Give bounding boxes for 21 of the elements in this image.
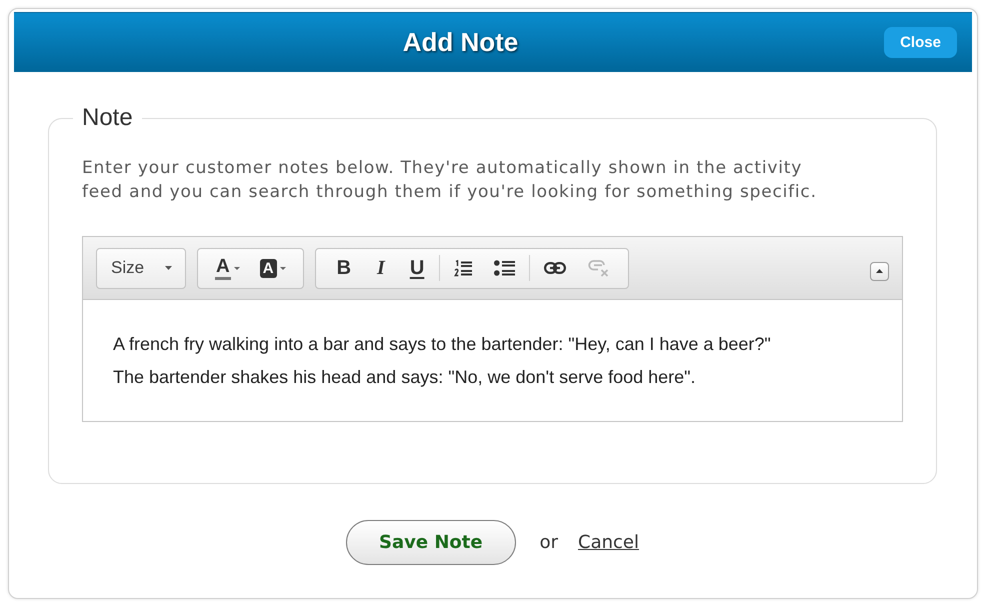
unlink-icon	[588, 260, 610, 276]
description-text: Enter your customer notes below. They're automatically shown in the activity feed and you can search through them if you're looking for something specific.	[82, 157, 818, 204]
underline-button[interactable]: U	[398, 253, 436, 283]
caret-icon	[280, 266, 286, 270]
bold-button[interactable]: B	[322, 253, 364, 283]
or-text: or	[540, 532, 558, 553]
cancel-link[interactable]: Cancel	[578, 532, 639, 553]
caret-icon	[234, 266, 240, 270]
bullet-list-icon	[494, 260, 516, 276]
triangle-up-icon	[876, 269, 883, 273]
text-color-button[interactable]: A	[205, 253, 250, 283]
chain-link-icon	[544, 262, 566, 274]
highlight-color-button[interactable]: A	[250, 253, 296, 283]
dialog-title: Add Note	[402, 27, 518, 58]
save-note-button[interactable]: Save Note	[346, 520, 516, 565]
fieldset-legend: Note	[73, 104, 142, 132]
caret-icon	[165, 266, 172, 270]
numbered-list-icon	[454, 260, 472, 276]
italic-button[interactable]: I	[364, 253, 398, 283]
size-dropdown[interactable]: Size	[96, 248, 186, 288]
collapse-toolbar-button[interactable]	[870, 262, 889, 280]
